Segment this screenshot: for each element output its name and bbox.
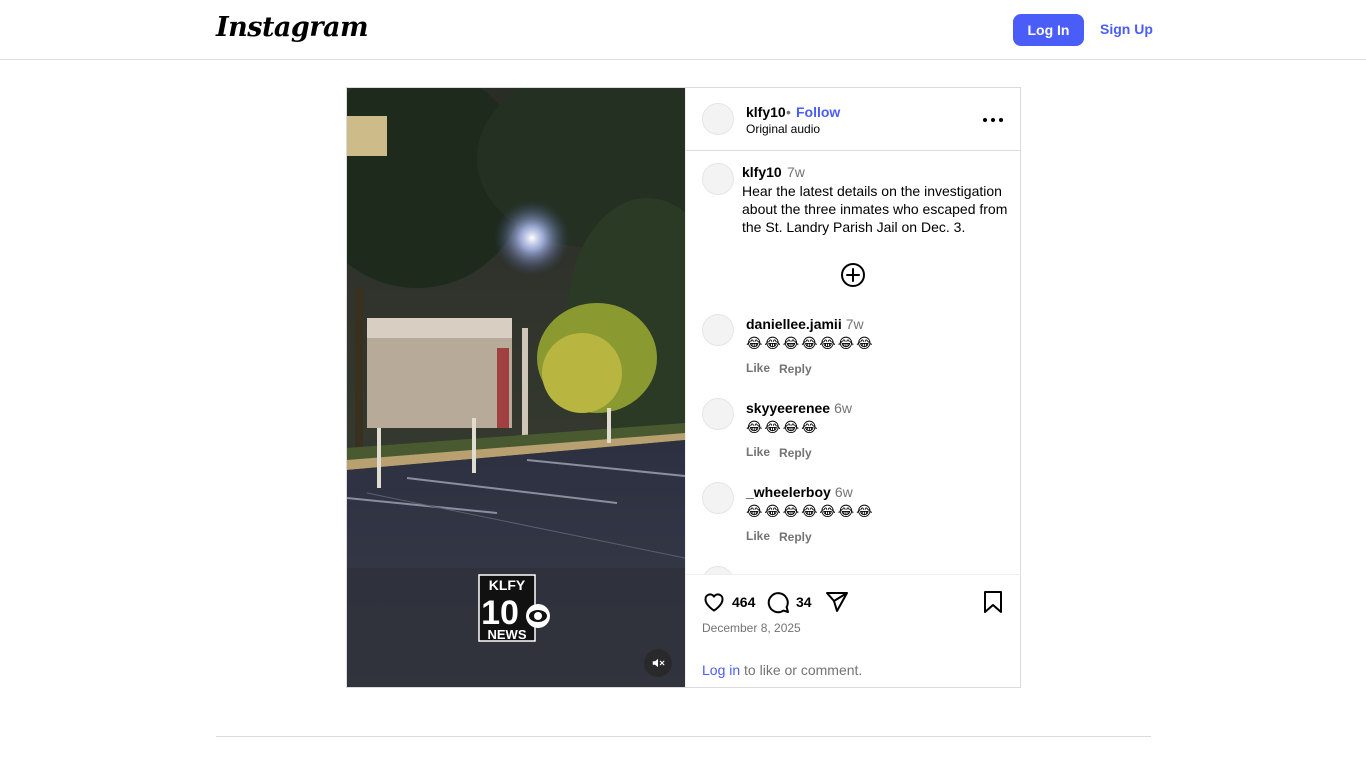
caption-time: 7w — [787, 164, 805, 180]
comment-username-text[interactable]: skyyeerenee — [746, 400, 830, 416]
comment-time: 6w — [834, 400, 852, 416]
comment-reply-button[interactable]: Reply — [779, 362, 812, 376]
post-header: klfy10 • Follow Original audio — [686, 88, 1021, 151]
comment-username-text[interactable]: _wheelerboy — [746, 484, 831, 500]
follow-button[interactable]: Follow — [796, 104, 840, 120]
comment-reply-button[interactable]: Reply — [779, 530, 812, 544]
caption-username[interactable]: klfy10 — [742, 164, 782, 180]
comment-username-text[interactable]: daniellee.jamii — [746, 316, 842, 332]
comment-time: 6w — [834, 484, 853, 500]
mute-button[interactable] — [644, 649, 672, 677]
video-player[interactable]: KLFY 10 NEWS — [347, 88, 685, 687]
login-link[interactable]: Log in — [702, 662, 740, 678]
station-logo-line3: NEWS — [488, 627, 527, 642]
comment-count[interactable]: 34 — [796, 594, 812, 610]
comment-avatar[interactable] — [702, 566, 734, 574]
heart-icon[interactable] — [702, 590, 726, 614]
login-prompt: Log in to like or comment. — [702, 662, 862, 678]
comment-username[interactable]: skyyeerenee 6w — [746, 400, 852, 416]
comments-list[interactable]: klfy10 7w Hear the latest details on the… — [686, 151, 1021, 574]
post-card: KLFY 10 NEWS klfy10 • Follow Original au… — [346, 87, 1021, 688]
comment-text: 😂😂😂😂😂😂😂 — [746, 503, 875, 519]
comment-avatar[interactable] — [702, 314, 734, 346]
speaker-muted-icon — [652, 658, 665, 668]
author-username[interactable]: klfy10 — [746, 104, 786, 120]
comment-bubble-icon[interactable] — [766, 590, 790, 614]
caption-avatar[interactable] — [702, 163, 734, 195]
author-avatar[interactable] — [702, 103, 734, 135]
post-date[interactable]: December 8, 2025 — [702, 621, 801, 635]
caption-text: Hear the latest details on the investiga… — [742, 183, 1008, 235]
bookmark-icon[interactable] — [981, 590, 1005, 614]
comment-like-button[interactable]: Like — [746, 361, 770, 375]
top-nav: Instagram Log In Sign Up — [0, 0, 1366, 60]
paper-plane-icon[interactable] — [825, 590, 849, 614]
comment-like-button[interactable]: Like — [746, 445, 770, 459]
comment-username[interactable]: _wheelerboy 6w — [746, 484, 853, 500]
comment-avatar[interactable] — [702, 398, 734, 430]
footer-divider — [216, 736, 1151, 737]
comment-reply-button[interactable]: Reply — [779, 446, 812, 460]
like-count[interactable]: 464 — [732, 594, 755, 610]
comment-time: 7w — [845, 316, 864, 332]
video-frame: KLFY 10 NEWS — [347, 88, 685, 687]
comment-text: 😂😂😂😂😂😂😂 — [746, 335, 875, 351]
separator-dot: • — [786, 104, 791, 120]
post-actions: 464 34 December 8, 2025 Log in to like o… — [686, 574, 1021, 687]
add-circle-icon[interactable] — [840, 262, 866, 288]
more-options-icon[interactable] — [982, 114, 1004, 126]
audio-label[interactable]: Original audio — [746, 122, 820, 136]
comment-avatar[interactable] — [702, 482, 734, 514]
login-prompt-text: to like or comment. — [740, 662, 863, 678]
post-sidebar: klfy10 • Follow Original audio klfy10 7w… — [685, 88, 1021, 687]
station-logo-line1: KLFY — [489, 577, 526, 593]
signup-link[interactable]: Sign Up — [1100, 21, 1153, 37]
comment-username[interactable]: daniellee.jamii 7w — [746, 316, 864, 332]
instagram-logo[interactable]: Instagram — [216, 12, 369, 43]
comment-like-button[interactable]: Like — [746, 529, 770, 543]
login-button[interactable]: Log In — [1013, 14, 1084, 46]
comment-text: 😂😂😂😂 — [746, 419, 820, 435]
